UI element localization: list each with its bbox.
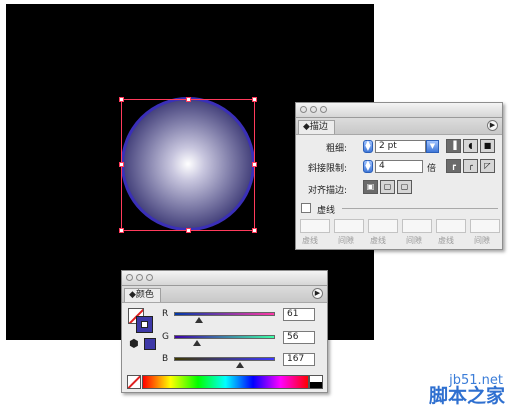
- gap-input-3[interactable]: [470, 219, 500, 233]
- gap-input-1[interactable]: [334, 219, 364, 233]
- black-white-swatch[interactable]: [309, 375, 323, 389]
- green-value-input[interactable]: 56: [283, 331, 315, 344]
- weight-dropdown-icon[interactable]: ▼: [426, 140, 439, 153]
- miter-input[interactable]: 4: [375, 160, 423, 173]
- gap-label-1: 间隙: [338, 236, 354, 245]
- color-panel: ◆颜色 ▶ ⬢ R 61 G 56 B 167: [121, 270, 328, 393]
- selection-handle-br[interactable]: [252, 228, 257, 233]
- panel-menu-icon[interactable]: ▶: [487, 120, 498, 131]
- selection-bounding-box: [121, 99, 255, 231]
- selection-handle-mr[interactable]: [252, 162, 257, 167]
- green-slider-thumb[interactable]: [193, 340, 201, 346]
- red-channel-label: R: [162, 309, 169, 319]
- cube-icon[interactable]: ⬢: [129, 338, 139, 349]
- stroke-color-swatch[interactable]: [136, 316, 153, 333]
- green-channel-label: G: [162, 332, 169, 342]
- blue-slider-thumb[interactable]: [236, 362, 244, 368]
- red-slider-thumb[interactable]: [195, 317, 203, 323]
- close-icon[interactable]: [126, 274, 133, 281]
- stroke-panel-tabs: ◆描边 ▶: [296, 118, 502, 135]
- selection-handle-tr[interactable]: [252, 97, 257, 102]
- dashed-line-checkbox[interactable]: [301, 203, 311, 213]
- gap-label-2: 间隙: [406, 236, 422, 245]
- close-icon[interactable]: [300, 106, 307, 113]
- dash-label-2: 虚线: [370, 236, 386, 245]
- align-stroke-label: 对齐描边:: [308, 186, 348, 196]
- join-round-icon[interactable]: ╭: [463, 159, 478, 173]
- dash-label-3: 虚线: [438, 236, 454, 245]
- minimize-icon[interactable]: [136, 274, 143, 281]
- weight-label: 粗细:: [326, 144, 348, 154]
- selection-handle-bl[interactable]: [119, 228, 124, 233]
- join-bevel-icon[interactable]: ◸: [480, 159, 495, 173]
- cap-butt-icon[interactable]: ▐: [446, 139, 461, 153]
- weight-stepper[interactable]: ▲ ▼: [363, 140, 373, 153]
- selection-handle-tl[interactable]: [119, 97, 124, 102]
- align-inside-icon[interactable]: ▢: [380, 180, 395, 194]
- selection-handle-bm[interactable]: [186, 228, 191, 233]
- green-slider[interactable]: [174, 335, 275, 339]
- watermark-logo: 脚本之家: [428, 385, 505, 407]
- minimize-icon[interactable]: [310, 106, 317, 113]
- zoom-icon[interactable]: [146, 274, 153, 281]
- color-spectrum-bar[interactable]: [142, 375, 309, 389]
- none-swatch-icon[interactable]: [127, 375, 141, 389]
- gap-input-2[interactable]: [402, 219, 432, 233]
- selection-handle-tm[interactable]: [186, 97, 191, 102]
- dash-input-2[interactable]: [368, 219, 398, 233]
- cap-square-icon[interactable]: ■: [480, 139, 495, 153]
- cap-round-icon[interactable]: ◖: [463, 139, 478, 153]
- miter-stepper[interactable]: ▲ ▼: [363, 160, 373, 173]
- panel-menu-icon[interactable]: ▶: [312, 288, 323, 299]
- miter-unit: 倍: [427, 164, 437, 174]
- red-slider[interactable]: [174, 312, 275, 316]
- selection-handle-ml[interactable]: [119, 162, 124, 167]
- dash-input-1[interactable]: [300, 219, 330, 233]
- align-outside-icon[interactable]: ▢: [397, 180, 412, 194]
- align-center-icon[interactable]: ▣: [363, 180, 378, 194]
- miter-label: 斜接限制:: [308, 164, 348, 174]
- stroke-panel: ◆描边 ▶ 粗细: ▲ ▼ 2 pt ▼ ▐ ◖ ■ 斜接限制: ▲ ▼ 4 倍 ┏…: [295, 102, 503, 250]
- blue-slider[interactable]: [174, 357, 275, 361]
- color-panel-titlebar[interactable]: [122, 271, 327, 286]
- tab-stroke[interactable]: ◆描边: [298, 120, 335, 134]
- dashed-divider: [342, 208, 498, 209]
- tab-color[interactable]: ◆颜色: [124, 288, 161, 302]
- dash-label-1: 虚线: [302, 236, 318, 245]
- dashed-line-label: 虚线: [317, 206, 336, 216]
- weight-input[interactable]: 2 pt: [375, 140, 426, 153]
- fill-color-swatch[interactable]: [144, 338, 156, 350]
- color-panel-tabs: ◆颜色 ▶: [122, 286, 327, 303]
- zoom-icon[interactable]: [320, 106, 327, 113]
- blue-channel-label: B: [162, 354, 169, 364]
- blue-value-input[interactable]: 167: [283, 353, 315, 366]
- red-value-input[interactable]: 61: [283, 308, 315, 321]
- join-miter-icon[interactable]: ┏: [446, 159, 461, 173]
- dash-input-3[interactable]: [436, 219, 466, 233]
- gap-label-3: 间隙: [474, 236, 490, 245]
- stroke-panel-titlebar[interactable]: [296, 103, 502, 118]
